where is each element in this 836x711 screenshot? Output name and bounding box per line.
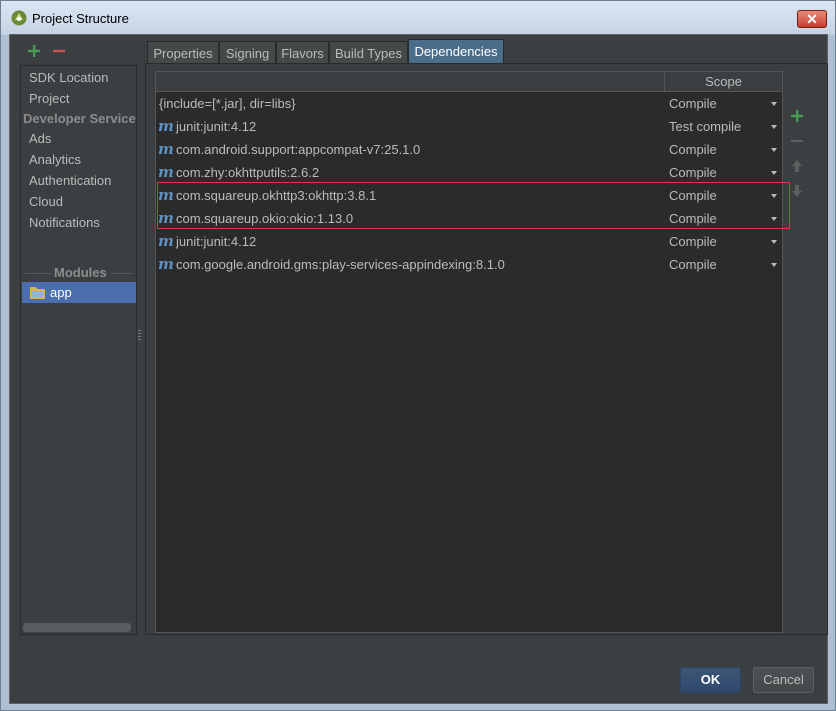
tab-properties[interactable]: Properties (147, 41, 219, 64)
tab-build-types[interactable]: Build Types (329, 41, 408, 64)
modules-header-label: Modules (54, 265, 107, 280)
dependency-name: com.google.android.gms:play-services-app… (176, 257, 505, 272)
table-header: Scope (156, 72, 782, 92)
close-icon: ✕ (806, 11, 818, 27)
divider (111, 273, 133, 274)
close-button[interactable]: ✕ (797, 10, 827, 28)
sidebar-item-authentication[interactable]: Authentication (29, 171, 111, 191)
dependency-name: junit:junit:4.12 (176, 119, 257, 134)
modules-header: Modules (21, 265, 136, 281)
dependency-name: {include=[*.jar], dir=libs} (159, 96, 296, 111)
sidebar-item-analytics[interactable]: Analytics (29, 150, 81, 170)
chevron-down-icon[interactable] (771, 148, 777, 152)
add-module-button[interactable] (27, 44, 41, 58)
dependency-row[interactable]: m com.google.android.gms:play-services-a… (156, 253, 782, 276)
dependencies-panel: Scope {include=[*.jar], dir=libs} Compil… (145, 63, 828, 635)
chevron-down-icon[interactable] (771, 102, 777, 106)
sidebar-item-sdk-location[interactable]: SDK Location (29, 68, 109, 88)
chevron-down-icon[interactable] (771, 240, 777, 244)
highlight-annotation-box (157, 182, 790, 229)
module-folder-icon (30, 287, 45, 299)
tab-signing[interactable]: Signing (219, 41, 276, 64)
remove-dependency-button[interactable] (790, 134, 804, 148)
ok-button[interactable]: OK (680, 667, 741, 693)
scope-dropdown[interactable]: Compile (669, 138, 717, 161)
add-dependency-button[interactable] (790, 109, 804, 123)
dependency-name: junit:junit:4.12 (176, 234, 257, 249)
cancel-button[interactable]: Cancel (753, 667, 814, 693)
sidebar-item-notifications[interactable]: Notifications (29, 213, 100, 233)
chevron-down-icon[interactable] (771, 171, 777, 175)
dependency-name: com.zhy:okhttputils:2.6.2 (176, 165, 320, 180)
project-structure-window: Project Structure ✕ SDK Location Project… (0, 0, 836, 711)
splitter-handle[interactable] (138, 330, 141, 346)
scope-column-header[interactable]: Scope (665, 72, 782, 91)
divider (25, 273, 51, 274)
chevron-down-icon[interactable] (771, 125, 777, 129)
sidebar-item-ads[interactable]: Ads (29, 129, 51, 149)
dependency-row[interactable]: m com.android.support:appcompat-v7:25.1.… (156, 138, 782, 161)
dependency-row[interactable]: m com.zhy:okhttputils:2.6.2 Compile (156, 161, 782, 184)
module-label: app (50, 285, 72, 300)
sidebar-horizontal-scrollbar[interactable] (23, 623, 131, 632)
maven-library-icon: m (158, 232, 174, 250)
sidebar-item-cloud[interactable]: Cloud (29, 192, 63, 212)
scope-dropdown[interactable]: Compile (669, 92, 717, 115)
tab-dependencies[interactable]: Dependencies (408, 39, 504, 64)
scope-dropdown[interactable]: Compile (669, 253, 717, 276)
maven-library-icon: m (158, 163, 174, 181)
maven-library-icon: m (158, 117, 174, 135)
android-studio-icon (11, 10, 27, 26)
move-up-button[interactable] (790, 159, 804, 173)
developer-services-header: Developer Services (23, 111, 137, 126)
dialog-content: SDK Location Project Developer Services … (9, 34, 828, 704)
dependency-name: com.android.support:appcompat-v7:25.1.0 (176, 142, 421, 157)
scope-dropdown[interactable]: Test compile (669, 115, 741, 138)
sidebar-item-project[interactable]: Project (29, 89, 69, 109)
tab-flavors[interactable]: Flavors (276, 41, 329, 64)
sidebar: SDK Location Project Developer Services … (20, 65, 137, 635)
maven-library-icon: m (158, 255, 174, 273)
name-column-header[interactable] (156, 72, 665, 91)
move-down-button[interactable] (790, 184, 804, 198)
title-bar: Project Structure ✕ (1, 1, 835, 35)
chevron-down-icon[interactable] (771, 263, 777, 267)
dependency-row[interactable]: {include=[*.jar], dir=libs} Compile (156, 92, 782, 115)
remove-module-button[interactable] (52, 44, 66, 58)
dependency-row[interactable]: m junit:junit:4.12 Compile (156, 230, 782, 253)
sidebar-item-app-module[interactable]: app (22, 282, 136, 303)
dependencies-table: Scope {include=[*.jar], dir=libs} Compil… (155, 71, 790, 633)
dependency-row[interactable]: m junit:junit:4.12 Test compile (156, 115, 782, 138)
scope-dropdown[interactable]: Compile (669, 230, 717, 253)
scope-dropdown[interactable]: Compile (669, 161, 717, 184)
maven-library-icon: m (158, 140, 174, 158)
window-title: Project Structure (32, 11, 129, 26)
